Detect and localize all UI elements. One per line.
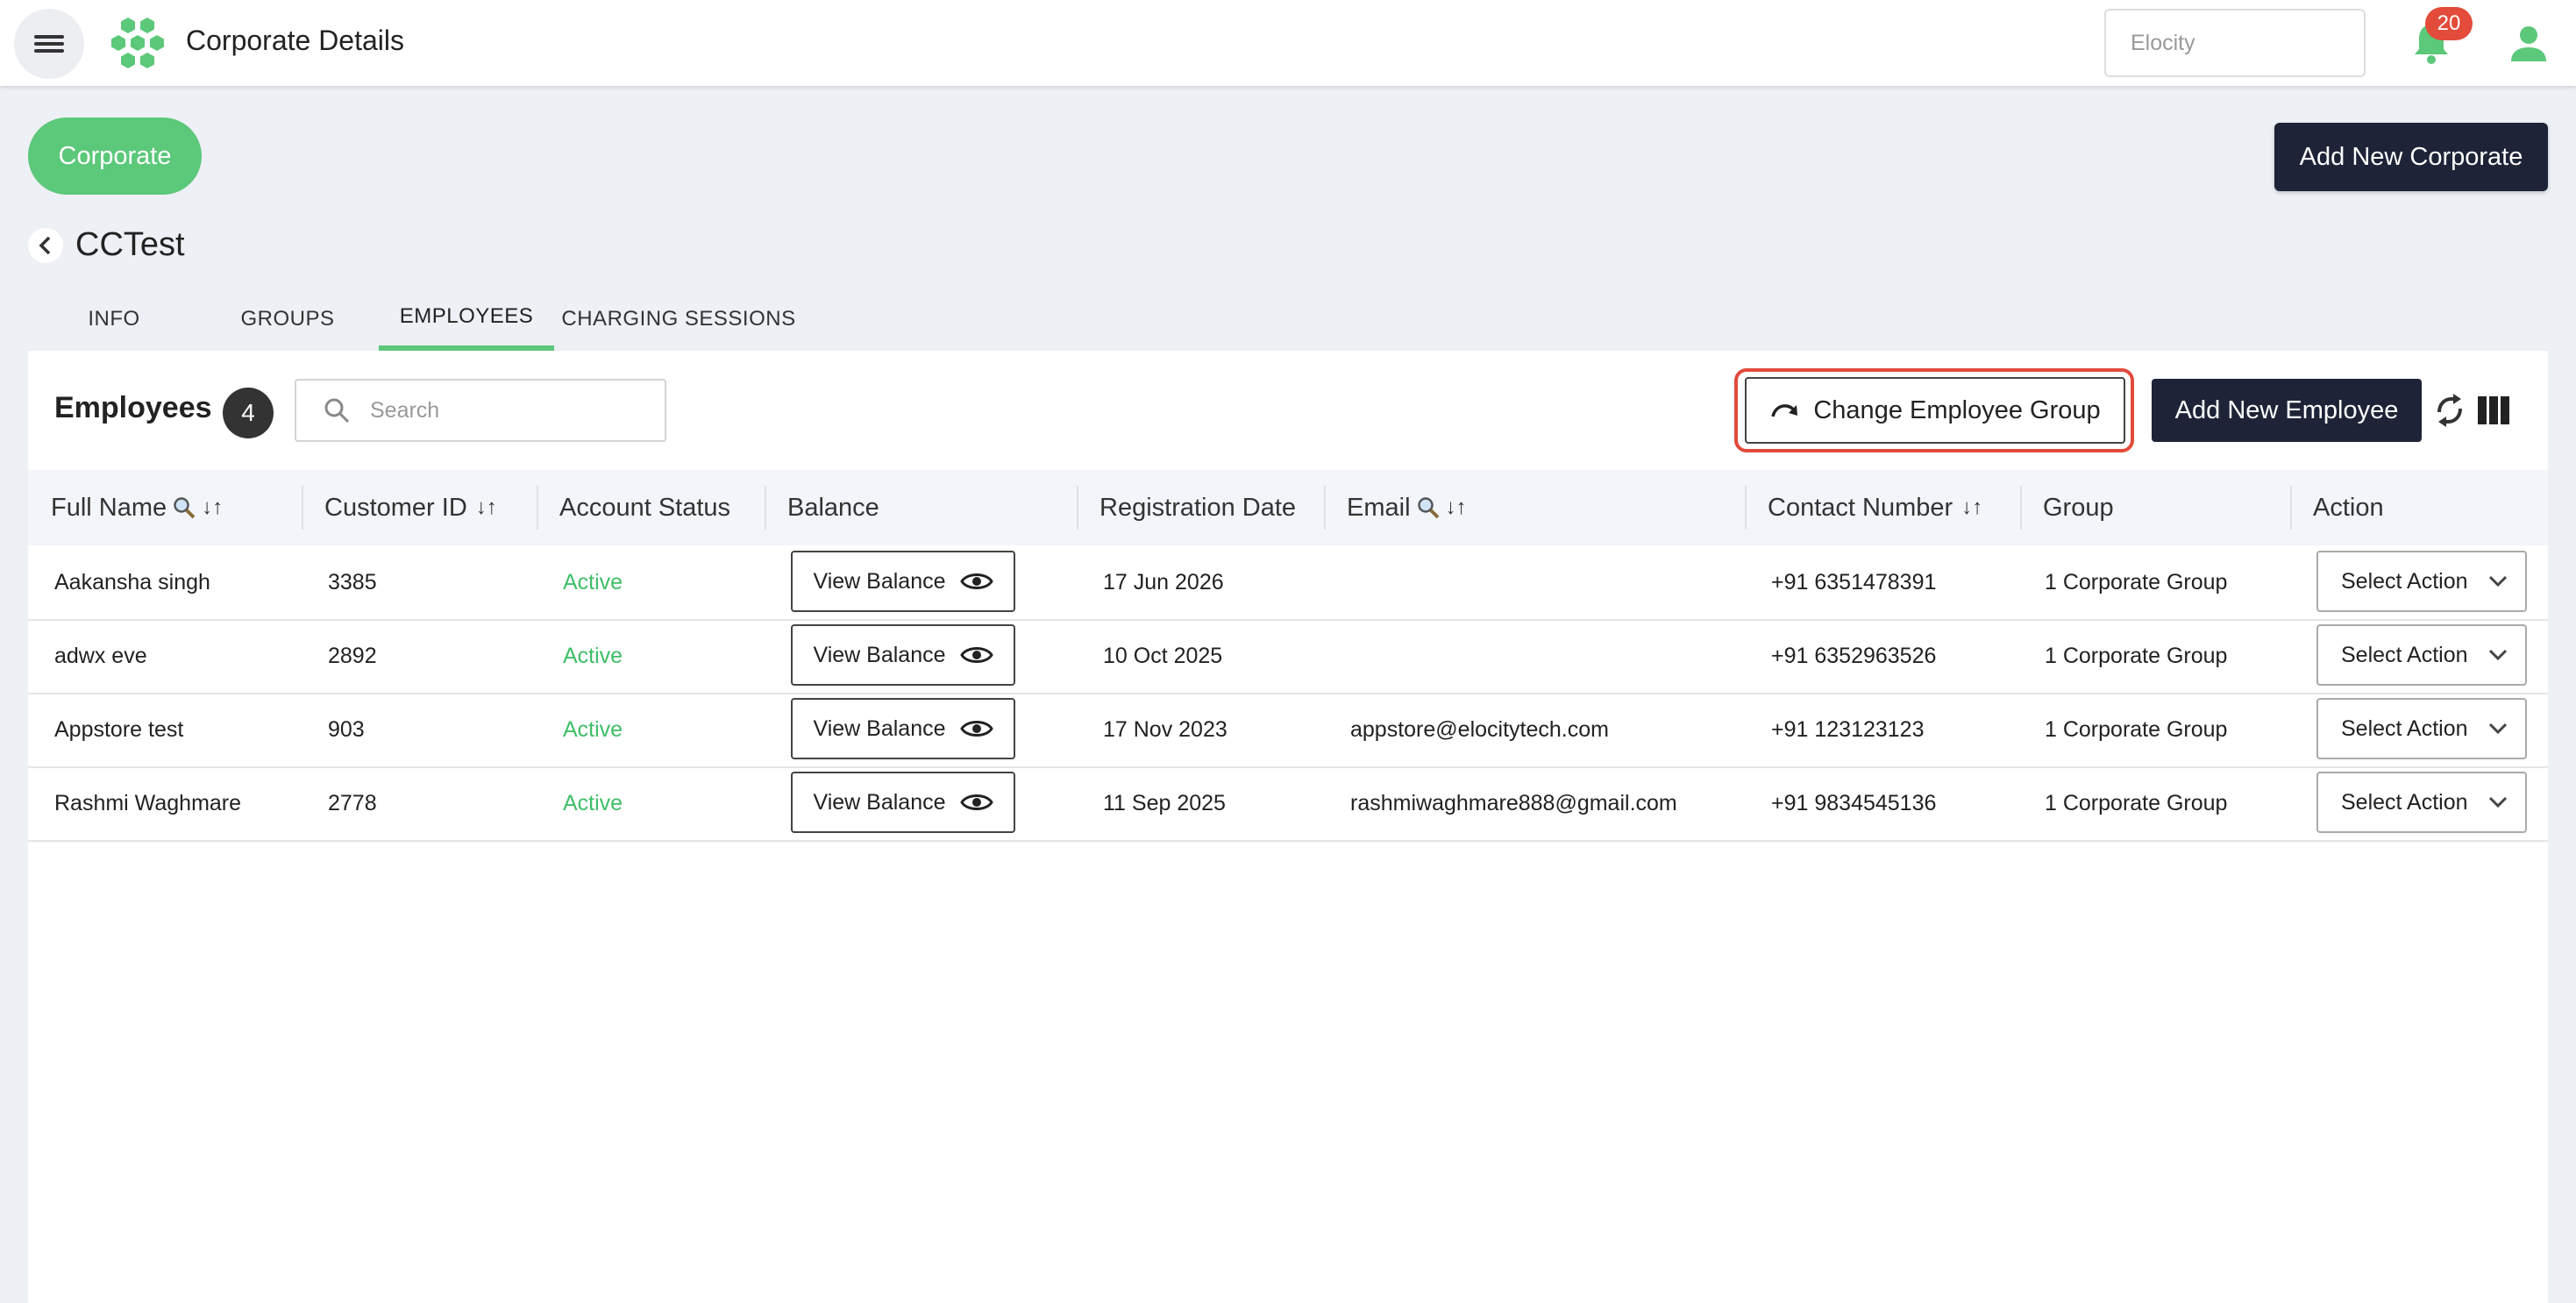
status-badge: Active <box>563 790 623 815</box>
table-header: Full Name ↓↑ Customer ID ↓↑ Account Stat… <box>28 470 2548 545</box>
sort-icon[interactable]: ↓↑ <box>202 495 223 520</box>
magnifier-icon[interactable] <box>1416 495 1441 520</box>
status-badge: Active <box>563 716 623 742</box>
eye-icon <box>959 721 993 737</box>
cell-registration-date: 17 Nov 2023 <box>1103 716 1228 742</box>
view-balance-button[interactable]: View Balance <box>791 551 1015 612</box>
cell-customer-id: 2892 <box>328 643 377 668</box>
cell-full-name: Rashmi Waghmare <box>54 790 242 815</box>
select-action-dropdown[interactable]: Select Action <box>2316 624 2527 686</box>
sort-icon[interactable]: ↓↑ <box>476 495 497 520</box>
status-badge: Active <box>563 643 623 668</box>
back-button[interactable] <box>28 228 63 263</box>
sort-icon[interactable]: ↓↑ <box>1446 495 1467 520</box>
cell-registration-date: 11 Sep 2025 <box>1103 790 1226 815</box>
column-header-action: Action <box>2313 493 2384 522</box>
page-title: Corporate Details <box>186 25 404 56</box>
eye-icon <box>959 647 993 663</box>
column-divider <box>2020 486 2022 530</box>
search-input[interactable] <box>368 396 652 424</box>
table-row: Rashmi Waghmare 2778 Active View Balance… <box>28 766 2548 842</box>
view-balance-button[interactable]: View Balance <box>791 772 1015 833</box>
cell-contact-number: +91 6352963526 <box>1771 643 1937 668</box>
view-balance-button[interactable]: View Balance <box>791 698 1015 759</box>
column-divider <box>1745 486 1747 530</box>
select-action-dropdown[interactable]: Select Action <box>2316 551 2527 612</box>
magnifier-icon[interactable] <box>172 495 196 520</box>
tab-bar: INFO GROUPS EMPLOYEES CHARGING SESSIONS <box>28 288 803 352</box>
table-row: adwx eve 2892 Active View Balance 10 Oct… <box>28 619 2548 694</box>
cell-full-name: adwx eve <box>54 643 147 668</box>
column-header-full-name[interactable]: Full Name ↓↑ <box>51 470 223 545</box>
employees-count-badge: 4 <box>223 388 274 438</box>
employees-title: Employees <box>54 391 212 424</box>
redo-icon <box>1771 404 1798 417</box>
refresh-icon[interactable] <box>2432 393 2467 428</box>
cell-email: rashmiwaghmare888@gmail.com <box>1350 790 1677 815</box>
table-row: Appstore test 903 Active View Balance 17… <box>28 693 2548 768</box>
tab-charging-sessions[interactable]: CHARGING SESSIONS <box>554 288 803 351</box>
cell-contact-number: +91 6351478391 <box>1771 569 1937 595</box>
cell-registration-date: 17 Jun 2026 <box>1103 569 1224 595</box>
cell-full-name: Aakansha singh <box>54 569 210 595</box>
chevron-down-icon <box>2488 796 2508 808</box>
menu-icon[interactable] <box>14 9 84 79</box>
tab-info[interactable]: INFO <box>28 288 200 351</box>
corporate-button[interactable]: Corporate <box>28 117 202 195</box>
view-balance-button[interactable]: View Balance <box>791 624 1015 686</box>
notification-badge: 20 <box>2425 7 2473 40</box>
employees-panel: Employees 4 Change Employee Group Add Ne… <box>28 351 2548 1303</box>
sort-icon[interactable]: ↓↑ <box>1961 495 1982 520</box>
add-new-corporate-button[interactable]: Add New Corporate <box>2274 123 2548 191</box>
top-app-bar: Corporate Details Elocity 20 <box>0 0 2576 86</box>
cell-registration-date: 10 Oct 2025 <box>1103 643 1223 668</box>
change-employee-group-button[interactable]: Change Employee Group <box>1745 377 2125 444</box>
tab-employees[interactable]: EMPLOYEES <box>379 288 554 351</box>
chevron-left-icon <box>39 236 51 255</box>
column-header-balance: Balance <box>787 493 879 522</box>
columns-icon[interactable] <box>2478 396 2509 424</box>
cell-customer-id: 3385 <box>328 569 377 595</box>
column-divider <box>2290 486 2292 530</box>
select-action-dropdown[interactable]: Select Action <box>2316 698 2527 759</box>
cell-group: 1 Corporate Group <box>2045 643 2228 668</box>
column-divider <box>1324 486 1326 530</box>
organization-selector[interactable]: Elocity <box>2104 9 2366 77</box>
column-divider <box>765 486 766 530</box>
eye-icon <box>959 794 993 810</box>
cell-group: 1 Corporate Group <box>2045 569 2228 595</box>
add-new-employee-button[interactable]: Add New Employee <box>2152 379 2422 442</box>
eye-icon <box>959 573 993 589</box>
search-icon <box>324 398 350 424</box>
chevron-down-icon <box>2488 575 2508 587</box>
cell-contact-number: +91 123123123 <box>1771 716 1925 742</box>
column-divider <box>1077 486 1078 530</box>
corporate-name: CCTest <box>75 226 185 263</box>
cell-group: 1 Corporate Group <box>2045 716 2228 742</box>
status-badge: Active <box>563 569 623 595</box>
column-header-registration-date: Registration Date <box>1099 493 1297 522</box>
column-header-customer-id[interactable]: Customer ID ↓↑ <box>324 470 497 545</box>
column-header-group: Group <box>2043 493 2114 522</box>
chevron-down-icon <box>2488 723 2508 735</box>
honeycomb-logo <box>111 18 164 68</box>
cell-customer-id: 2778 <box>328 790 377 815</box>
change-employee-group-label: Change Employee Group <box>1813 395 2101 424</box>
cell-group: 1 Corporate Group <box>2045 790 2228 815</box>
cell-contact-number: +91 9834545136 <box>1771 790 1937 815</box>
chevron-down-icon <box>2488 649 2508 661</box>
tab-groups[interactable]: GROUPS <box>200 288 375 351</box>
user-icon[interactable] <box>2509 25 2548 63</box>
select-action-dropdown[interactable]: Select Action <box>2316 772 2527 833</box>
column-header-email[interactable]: Email ↓↑ <box>1347 470 1467 545</box>
search-box[interactable] <box>295 379 666 442</box>
cell-email: appstore@elocitytech.com <box>1350 716 1609 742</box>
cell-full-name: Appstore test <box>54 716 184 742</box>
column-header-account-status: Account Status <box>559 493 731 522</box>
cell-customer-id: 903 <box>328 716 365 742</box>
column-divider <box>537 486 538 530</box>
table-row: Aakansha singh 3385 Active View Balance … <box>28 545 2548 621</box>
column-divider <box>302 486 303 530</box>
column-header-contact-number[interactable]: Contact Number ↓↑ <box>1768 470 1982 545</box>
